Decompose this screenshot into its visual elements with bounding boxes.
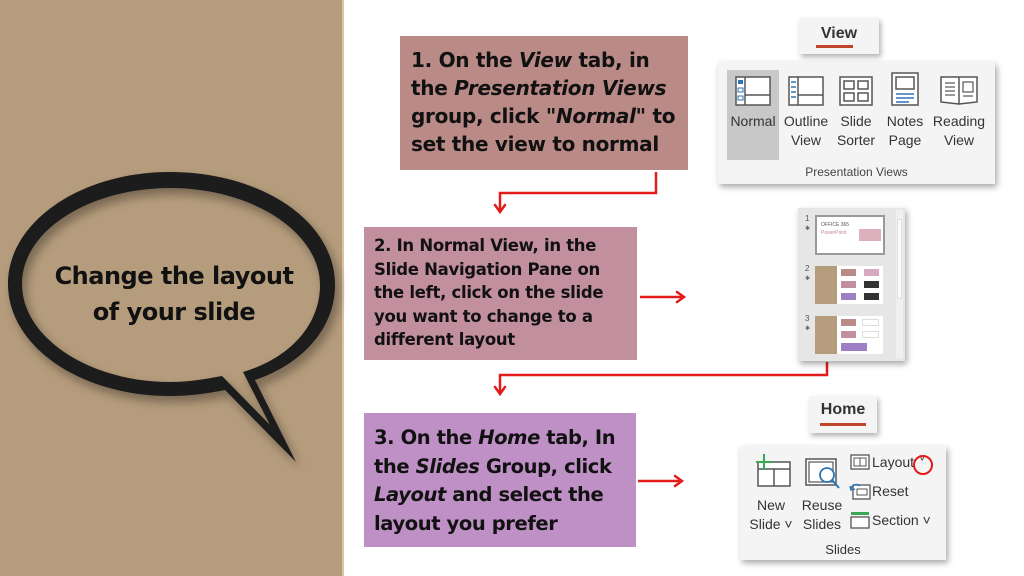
normal-view-button[interactable]: Normal [727, 70, 779, 160]
bubble-text: Change the layout of your slide [40, 258, 308, 330]
layout-icon [850, 454, 870, 470]
slide-number: 3 [805, 314, 810, 323]
presentation-views-group-label: Presentation Views [805, 165, 908, 179]
step-text-italic: View [519, 48, 572, 72]
step-1-box: 1. On the View tab, in the Presentation … [400, 36, 688, 170]
thumbnail-box [841, 293, 856, 300]
thumbnail-box [864, 281, 879, 288]
arrow-step1-to-step2 [498, 172, 658, 210]
reading-view-label-1: Reading [932, 113, 986, 129]
step-3-box: 3. On the Home tab, In the Slides Group,… [364, 413, 636, 547]
notes-page-label-1: Notes [886, 113, 924, 129]
slide-sorter-label-2: Sorter [836, 132, 876, 148]
step-2-box: 2. In Normal View, in the Slide Navigati… [364, 227, 637, 360]
reuse-slides-button[interactable]: Reuse Slides [799, 450, 845, 536]
outline-view-button[interactable]: Outline View [781, 70, 831, 160]
step-text: group, click [411, 104, 546, 128]
thumbnail-box [841, 331, 856, 338]
thumbnail-subtitle: PowerPoint [821, 230, 847, 236]
view-tab[interactable]: View [799, 18, 879, 54]
new-slide-label-2: Slide ˅ [749, 516, 793, 532]
outline-view-label-1: Outline [783, 113, 829, 129]
section-icon [850, 512, 870, 529]
thumbnail-box [862, 331, 879, 338]
slide-navigation-pane: 1 ✱ OFFICE 365 PowerPoint 2 ✱ 3 ✱ [798, 208, 905, 361]
scrollbar-thumb[interactable] [897, 219, 902, 299]
reading-view-label-2: View [943, 132, 975, 148]
notes-page-button[interactable]: Notes Page [882, 70, 928, 160]
layout-dropdown-highlight-circle [913, 455, 933, 475]
tab-active-underline [820, 423, 866, 426]
transition-star-icon: ✱ [805, 226, 811, 232]
thumbnail-left-block [815, 316, 837, 354]
arrowhead [493, 203, 507, 215]
step-text: Group, click [479, 454, 612, 478]
thumbnail-box [864, 269, 879, 276]
step-text-italic: Slides [415, 454, 480, 478]
slide-sorter-button[interactable]: Slide Sorter [833, 70, 879, 160]
step-text-italic: Presentation Views [454, 76, 667, 100]
reuse-slides-label-1: Reuse [801, 497, 843, 513]
slide-thumbnail-3[interactable] [815, 316, 883, 354]
step-text-italic: Layout [374, 483, 446, 506]
reset-button[interactable]: Reset [848, 481, 918, 503]
slide-number: 1 [805, 214, 810, 223]
slide-sorter-label-1: Slide [840, 113, 872, 129]
view-tab-label: View [820, 25, 858, 42]
thumbnail-image [859, 229, 881, 241]
slide-sorter-icon [839, 76, 873, 106]
arrow-navpane-to-step3 [498, 362, 829, 392]
slide-thumbnail-1[interactable]: OFFICE 365 PowerPoint [815, 215, 885, 255]
reset-icon [849, 483, 871, 500]
thumbnail-box [841, 269, 856, 276]
notes-page-label-2: Page [888, 132, 922, 148]
step-text: 1. On the [411, 48, 520, 72]
reuse-slides-label-2: Slides [802, 516, 842, 532]
slide-thumbnail-2[interactable] [815, 266, 883, 304]
thumbnail-title: OFFICE 365 [821, 222, 850, 228]
nav-pane-scrollbar[interactable] [896, 210, 903, 358]
bubble-text-line2: of your slide [92, 298, 256, 326]
home-tab[interactable]: Home [809, 396, 877, 433]
section-label: Section ˅ [872, 512, 931, 528]
notes-page-icon [891, 72, 919, 106]
thumbnail-left-block [815, 266, 837, 304]
new-slide-button[interactable]: New Slide ˅ [745, 450, 797, 536]
home-tab-label: Home [820, 401, 866, 418]
normal-view-icon [735, 76, 771, 106]
thumbnail-box [862, 319, 879, 326]
thumbnail-box [841, 343, 867, 351]
transition-star-icon: ✱ [805, 326, 811, 332]
step-text: 2. In Normal View, in the Slide Navigati… [374, 236, 604, 349]
slide-number: 2 [805, 264, 810, 273]
slides-group-label: Slides [825, 542, 861, 557]
thumbnail-box [841, 281, 856, 288]
thumbnail-box [841, 319, 856, 326]
tab-active-underline [816, 45, 853, 48]
step-text-italic: "Normal" [545, 104, 646, 128]
section-button[interactable]: Section ˅ [848, 510, 938, 532]
step-text-italic: Home [478, 426, 540, 449]
reading-view-icon [940, 76, 978, 105]
reset-label: Reset [872, 483, 909, 499]
new-slide-label-1: New [756, 497, 785, 513]
arrowhead [673, 474, 685, 488]
arrowhead [675, 290, 687, 304]
presentation-views-group: Normal Outline View Slide Sorter Notes P… [718, 62, 995, 184]
bubble-text-line1: Change the layout [54, 262, 294, 290]
layout-label: Layout [872, 454, 915, 470]
reuse-slides-icon [805, 458, 840, 489]
new-slide-icon [756, 454, 791, 487]
transition-star-icon: ✱ [805, 276, 811, 282]
thumbnail-box [864, 293, 879, 300]
step-text: 3. On the [374, 426, 479, 449]
outline-view-label-2: View [790, 132, 822, 148]
reading-view-button[interactable]: Reading View [931, 70, 987, 160]
outline-view-icon [788, 76, 824, 106]
arrowhead [493, 385, 507, 397]
normal-view-label: Normal [730, 113, 776, 129]
